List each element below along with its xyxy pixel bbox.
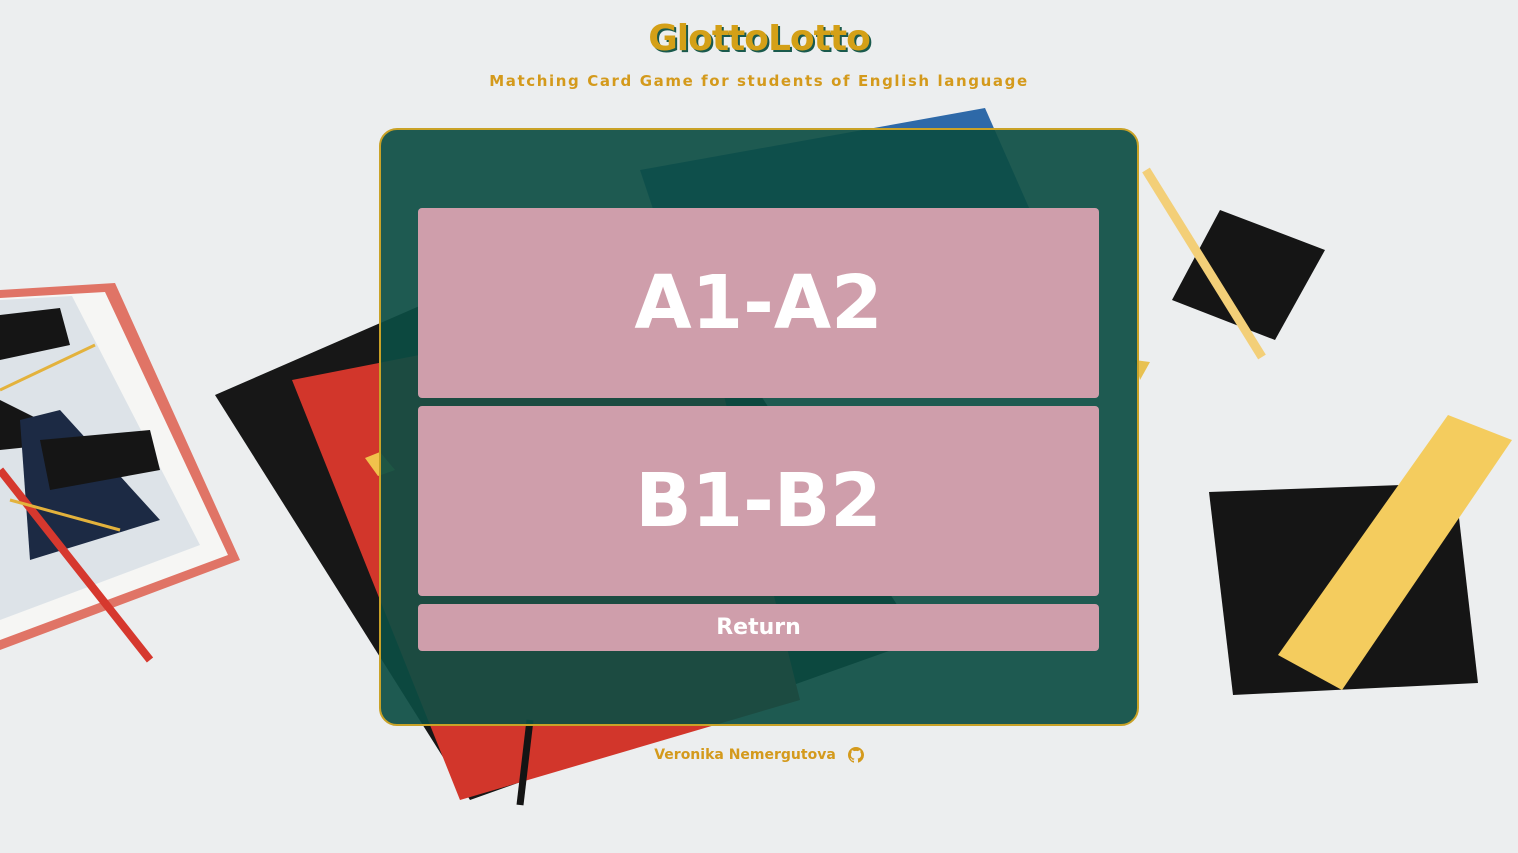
- app-title: GlottoLotto: [648, 18, 871, 59]
- footer: Veronika Nemergutova: [0, 747, 1518, 763]
- github-icon[interactable]: [847, 747, 864, 763]
- app-subtitle: Matching Card Game for students of Engli…: [489, 72, 1029, 90]
- level-b1-b2-button[interactable]: B1-B2: [418, 406, 1099, 596]
- level-b1-b2-label: B1-B2: [635, 458, 882, 544]
- level-a1-a2-label: A1-A2: [634, 260, 883, 346]
- level-a1-a2-button[interactable]: A1-A2: [418, 208, 1099, 398]
- return-label: Return: [716, 615, 801, 640]
- level-selection-panel: A1-A2 B1-B2 Return: [379, 128, 1139, 726]
- author-name: Veronika Nemergutova: [654, 747, 836, 763]
- return-button[interactable]: Return: [418, 604, 1099, 651]
